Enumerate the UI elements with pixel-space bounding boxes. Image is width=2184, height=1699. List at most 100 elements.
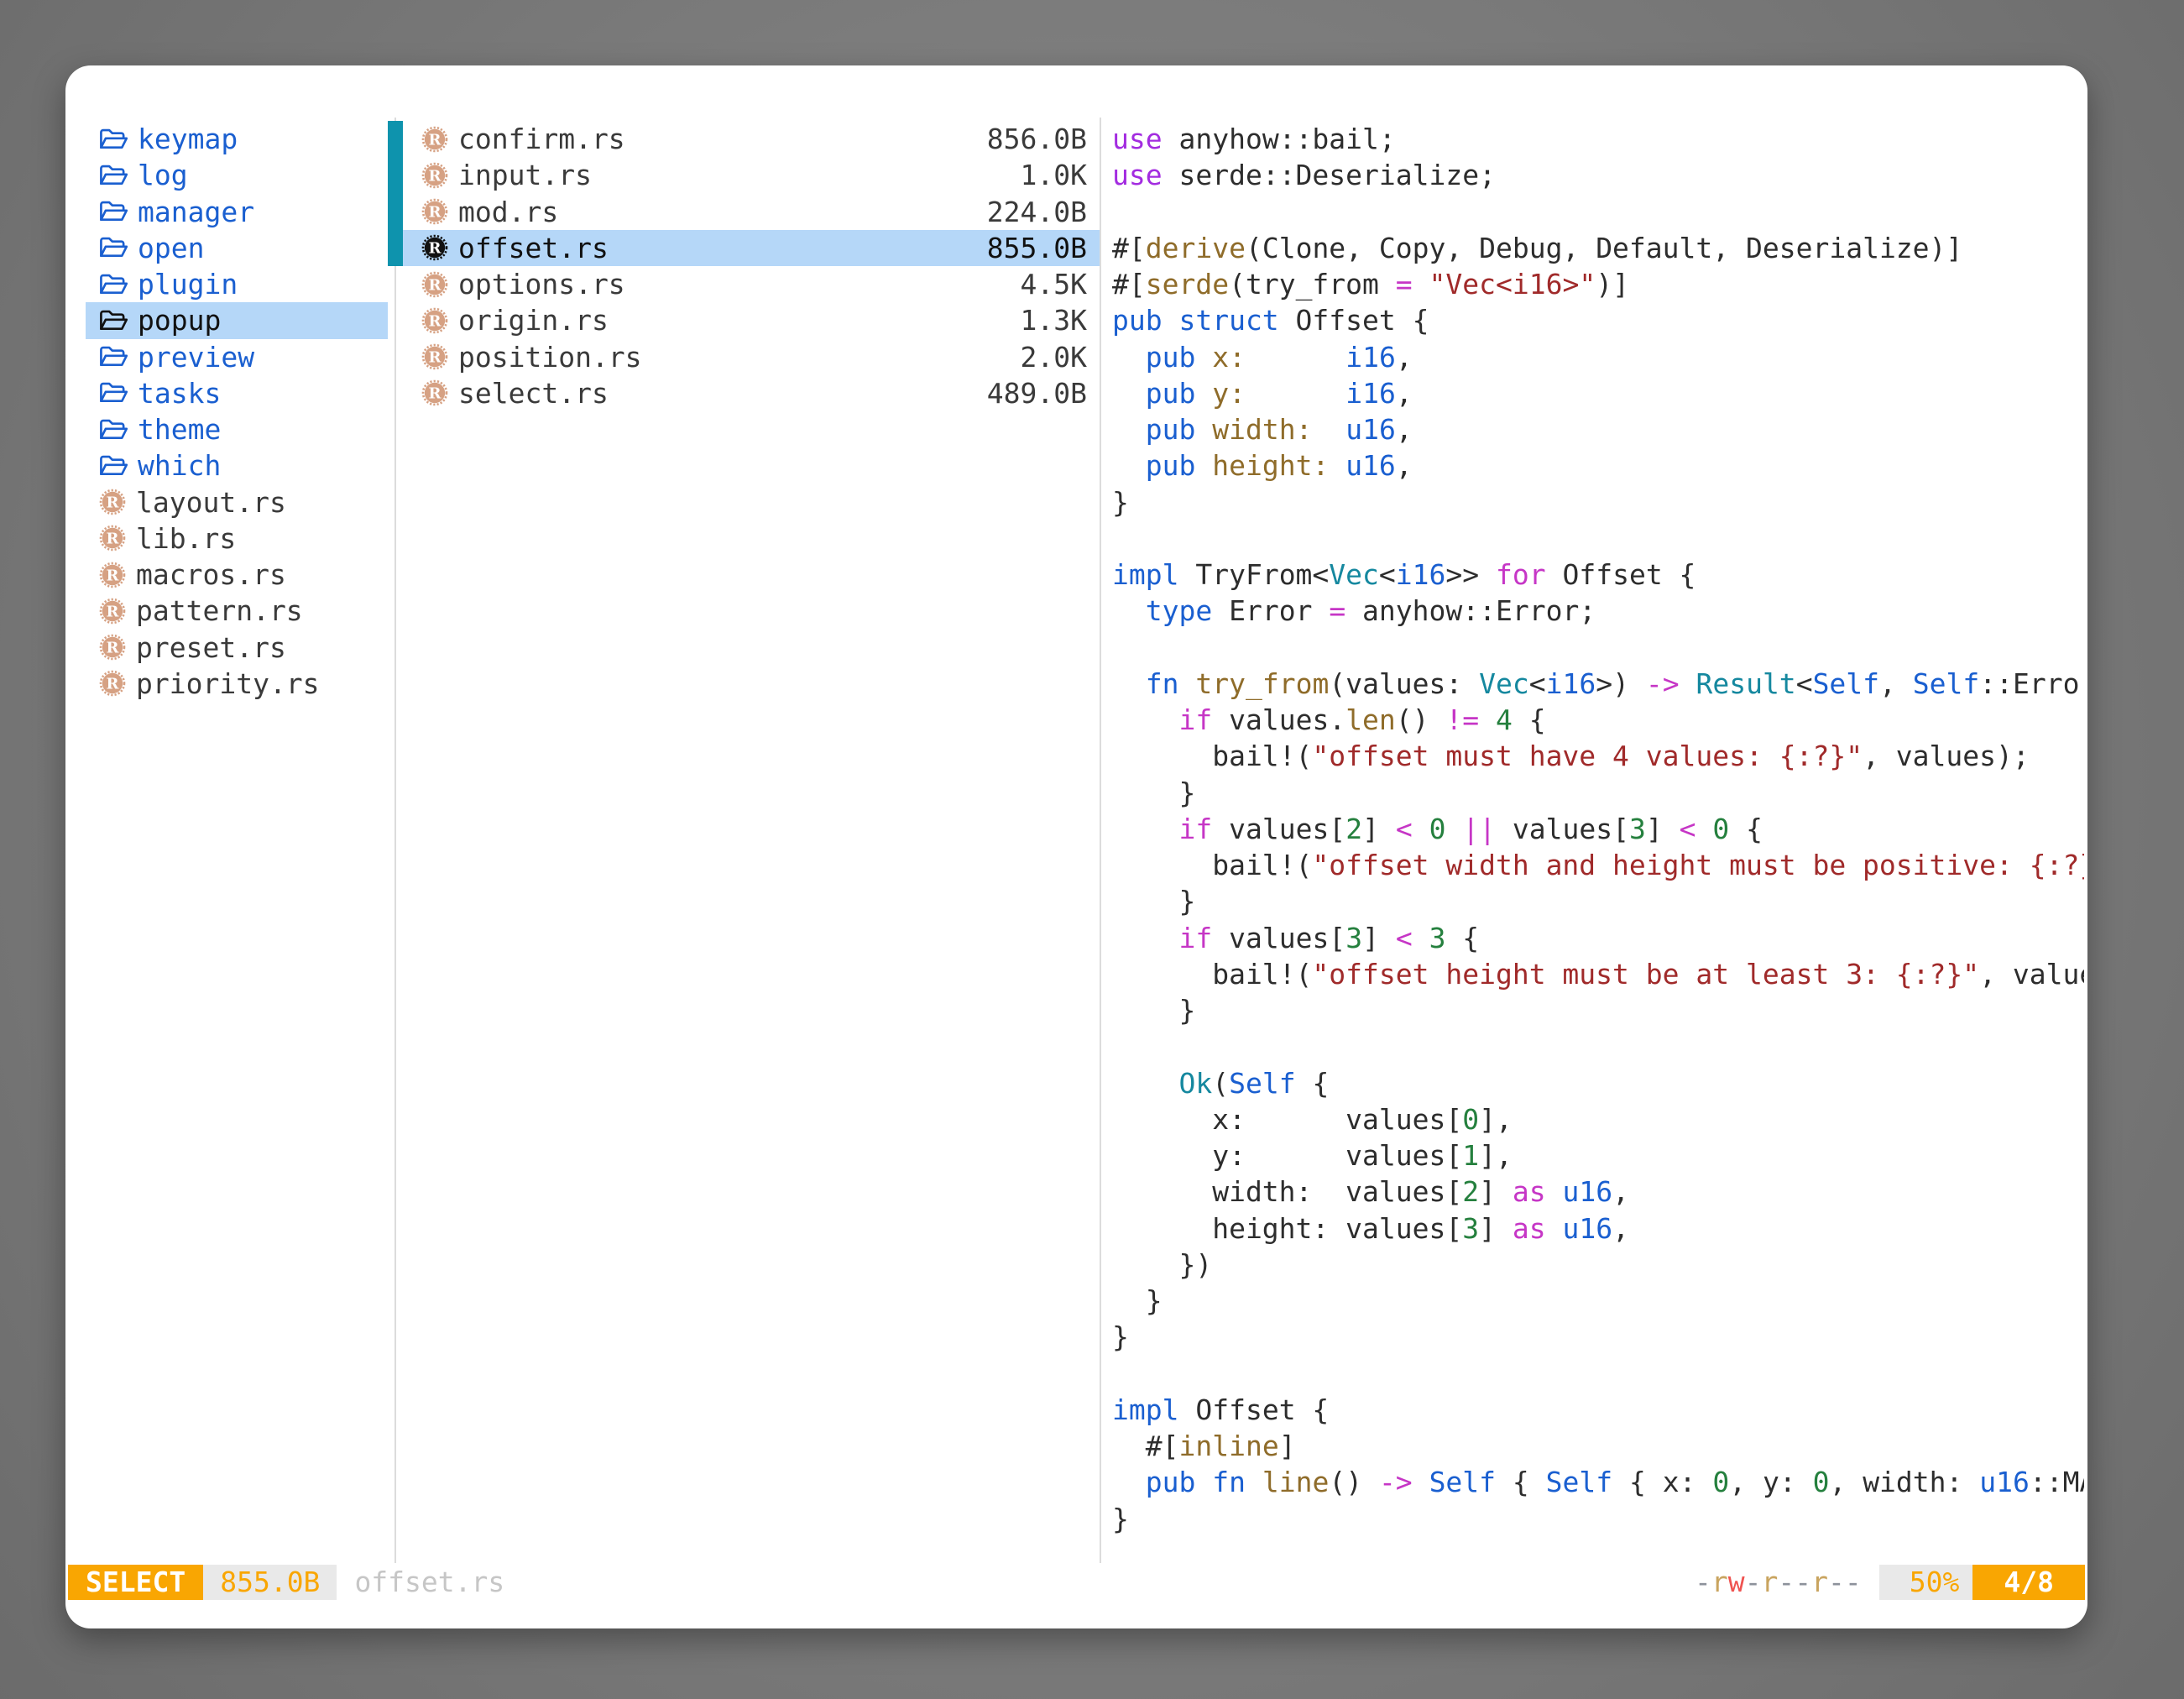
file-name: log bbox=[138, 159, 188, 191]
folder-icon bbox=[99, 127, 128, 152]
file-name: pattern.rs bbox=[136, 594, 303, 627]
folder-icon bbox=[99, 417, 128, 442]
folder-icon bbox=[99, 344, 128, 369]
list-item[interactable]: Rselect.rs489.0B bbox=[403, 375, 1100, 411]
file-name: which bbox=[138, 449, 221, 482]
mode-badge: SELECT bbox=[68, 1565, 203, 1600]
svg-text:R: R bbox=[107, 676, 120, 693]
file-name: layout.rs bbox=[136, 486, 286, 519]
code-line: height: values[3] as u16, bbox=[1112, 1210, 2084, 1247]
code-line: #[serde(try_from = "Vec<i16>")] bbox=[1112, 266, 2084, 302]
scroll-percent-badge: 50% bbox=[1879, 1565, 1973, 1600]
file-size: 224.0B bbox=[987, 196, 1100, 228]
list-item[interactable]: theme bbox=[86, 411, 388, 447]
list-item[interactable]: Rorigin.rs 1.3K bbox=[403, 302, 1100, 338]
rust-file-icon: R bbox=[421, 271, 448, 298]
file-name: mod.rs bbox=[458, 196, 558, 228]
list-item[interactable]: Rpattern.rs bbox=[86, 593, 388, 629]
code-line: } bbox=[1112, 1319, 2084, 1355]
list-item[interactable]: Rmod.rs 224.0B bbox=[403, 194, 1100, 230]
current-pane-file-list: Rconfirm.rs856.0BRinput.rs1.0KRmod.rs224… bbox=[403, 121, 1100, 411]
code-line bbox=[1112, 520, 2084, 557]
list-item[interactable]: Roffset.rs855.0B bbox=[403, 230, 1100, 266]
cursor-position-badge: 4/8 bbox=[1972, 1565, 2085, 1600]
list-item[interactable]: Rlayout.rs bbox=[86, 484, 388, 520]
list-item[interactable]: Rconfirm.rs856.0B bbox=[403, 121, 1100, 157]
folder-icon bbox=[99, 199, 128, 224]
file-name: origin.rs bbox=[458, 304, 609, 337]
folder-icon bbox=[99, 380, 128, 405]
file-name: options.rs bbox=[458, 268, 625, 301]
code-line: y: values[1], bbox=[1112, 1137, 2084, 1174]
svg-text:R: R bbox=[107, 531, 120, 548]
code-line: bail!("offset must have 4 values: {:?}",… bbox=[1112, 738, 2084, 774]
svg-text:R: R bbox=[429, 312, 442, 330]
list-item[interactable]: popup bbox=[86, 302, 388, 338]
list-item[interactable]: manager bbox=[86, 194, 388, 230]
code-line: if values[2] < 0 || values[3] < 0 { bbox=[1112, 811, 2084, 847]
list-item[interactable]: Roptions.rs4.5K bbox=[403, 266, 1100, 302]
list-item[interactable]: Rposition.rs2.0K bbox=[403, 339, 1100, 375]
list-item[interactable]: open bbox=[86, 230, 388, 266]
svg-text:R: R bbox=[107, 494, 120, 512]
code-line: } bbox=[1112, 484, 2084, 520]
file-size: 856.0B bbox=[987, 123, 1100, 155]
list-item[interactable]: Rpriority.rs bbox=[86, 666, 388, 702]
file-size: 489.0B bbox=[987, 377, 1100, 410]
code-line: }) bbox=[1112, 1247, 2084, 1283]
svg-text:R: R bbox=[107, 567, 120, 584]
folder-icon bbox=[99, 308, 128, 333]
file-name: priority.rs bbox=[136, 667, 320, 700]
code-line: pub x: i16, bbox=[1112, 339, 2084, 375]
svg-text:R: R bbox=[429, 131, 442, 149]
permissions-text: -rw-r--r-- bbox=[1695, 1565, 1862, 1600]
file-name: open bbox=[138, 232, 204, 264]
list-item[interactable]: Rmacros.rs bbox=[86, 557, 388, 593]
code-line: type Error = anyhow::Error; bbox=[1112, 593, 2084, 629]
code-line: bail!("offset width and height must be p… bbox=[1112, 847, 2084, 883]
file-name: macros.rs bbox=[136, 558, 286, 591]
file-name: popup bbox=[138, 304, 221, 337]
file-name: keymap bbox=[138, 123, 238, 155]
file-size-badge: 855.0B bbox=[203, 1565, 337, 1600]
code-line: impl Offset { bbox=[1112, 1392, 2084, 1428]
list-item[interactable]: log bbox=[86, 157, 388, 193]
file-name: lib.rs bbox=[136, 522, 236, 555]
visual-selection-marker bbox=[388, 121, 403, 266]
list-item[interactable]: Rinput.rs1.0K bbox=[403, 157, 1100, 193]
code-line: } bbox=[1112, 1501, 2084, 1537]
code-line: pub height: u16, bbox=[1112, 447, 2084, 484]
folder-icon bbox=[99, 453, 128, 478]
parent-pane-file-list: keymap log manager openpluginpopuppreviewta… bbox=[86, 121, 388, 702]
code-line: if values[3] < 3 { bbox=[1112, 920, 2084, 956]
rust-file-icon: R bbox=[421, 379, 448, 406]
list-item[interactable]: which bbox=[86, 447, 388, 484]
file-name: offset.rs bbox=[458, 232, 609, 264]
code-line: } bbox=[1112, 992, 2084, 1028]
list-item[interactable]: plugin bbox=[86, 266, 388, 302]
code-line: bail!("offset height must be at least 3:… bbox=[1112, 956, 2084, 992]
list-item[interactable]: preview bbox=[86, 339, 388, 375]
file-size: 2.0K bbox=[1021, 341, 1100, 374]
svg-text:R: R bbox=[107, 640, 120, 657]
list-item[interactable]: Rlib.rs bbox=[86, 520, 388, 557]
code-line: pub y: i16, bbox=[1112, 375, 2084, 411]
rust-file-icon: R bbox=[421, 162, 448, 189]
code-line: #[inline] bbox=[1112, 1428, 2084, 1464]
code-line: if values.len() != 4 { bbox=[1112, 702, 2084, 738]
list-item[interactable]: tasks bbox=[86, 375, 388, 411]
code-line: width: values[2] as u16, bbox=[1112, 1174, 2084, 1210]
file-name: manager bbox=[138, 196, 254, 228]
code-line bbox=[1112, 1356, 2084, 1392]
file-name: tasks bbox=[138, 377, 221, 410]
file-name: input.rs bbox=[458, 159, 592, 191]
rust-file-icon: R bbox=[99, 562, 126, 588]
file-size: 1.3K bbox=[1021, 304, 1100, 337]
list-item[interactable]: Rpreset.rs bbox=[86, 630, 388, 666]
svg-text:R: R bbox=[429, 204, 442, 222]
rust-file-icon: R bbox=[421, 234, 448, 261]
code-line bbox=[1112, 194, 2084, 230]
status-bar: SELECT 855.0B offset.rs -rw-r--r-- 50% 4… bbox=[68, 1565, 2085, 1600]
svg-text:R: R bbox=[429, 167, 442, 185]
list-item[interactable]: keymap bbox=[86, 121, 388, 157]
